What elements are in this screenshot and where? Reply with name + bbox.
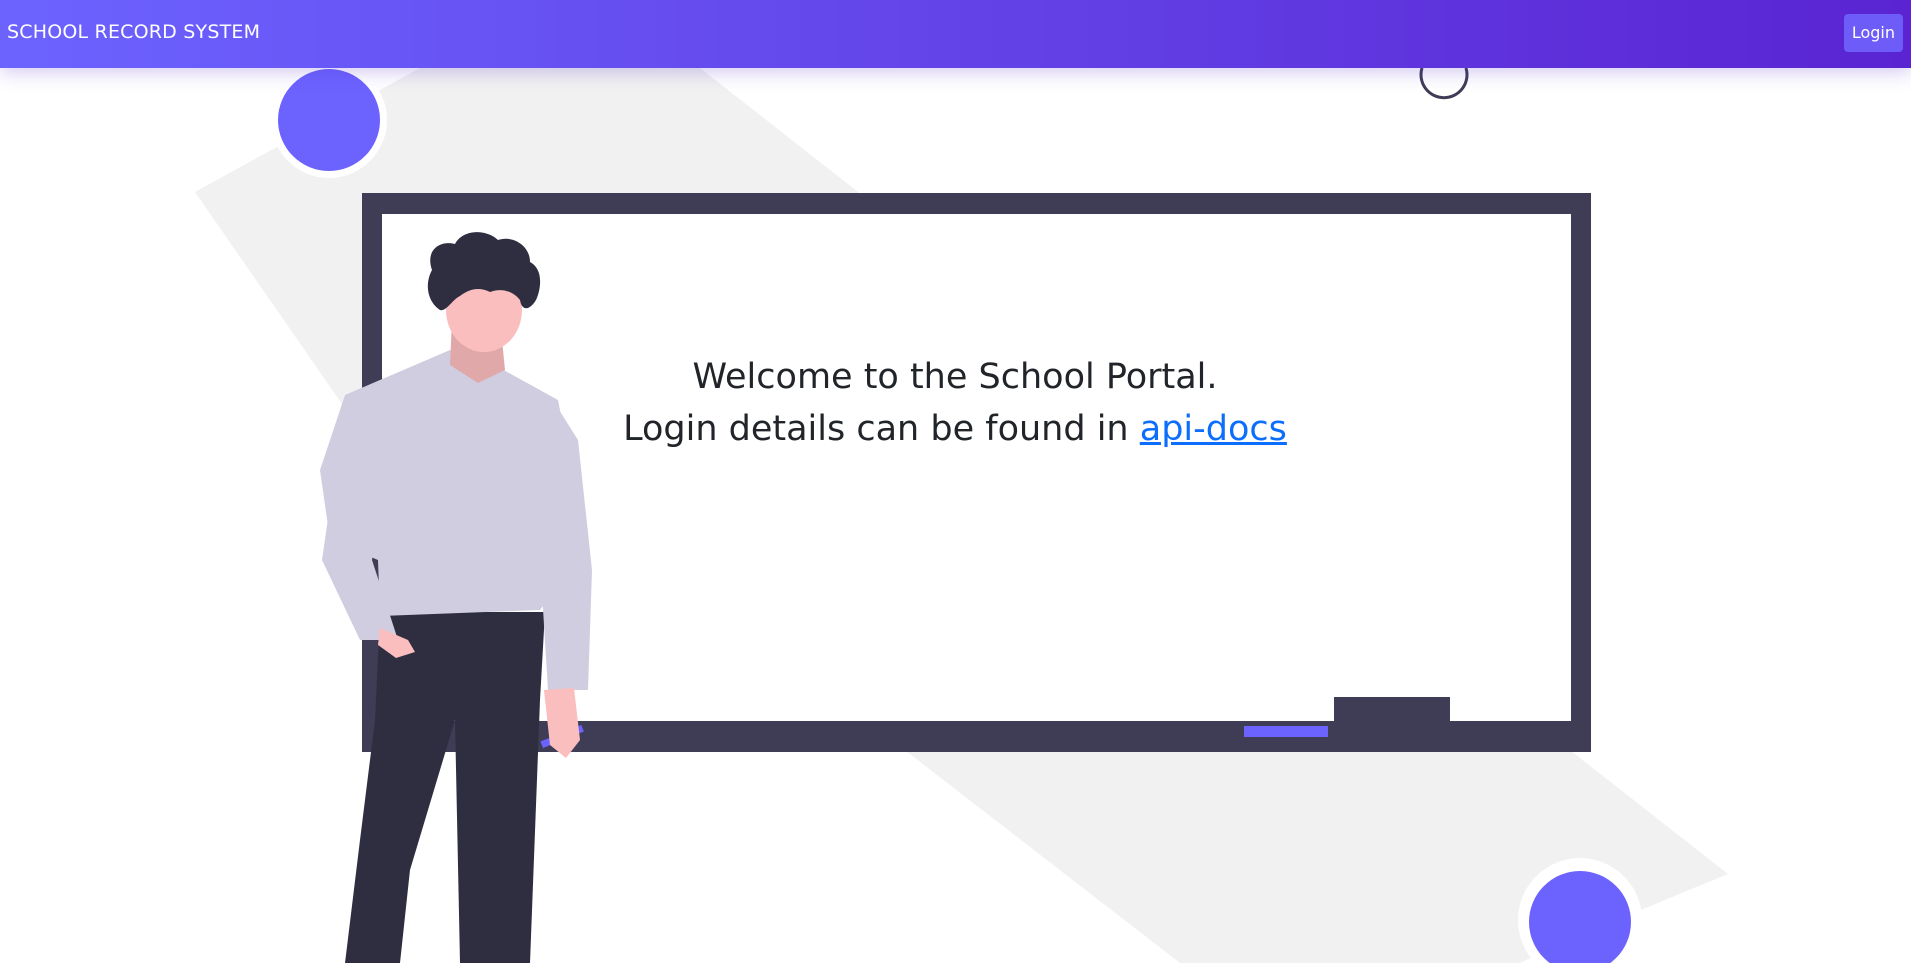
top-navbar: SCHOOL RECORD SYSTEM Login — [0, 0, 1911, 68]
circle-top-left — [278, 69, 380, 171]
board-marker — [1244, 726, 1328, 737]
brand-title[interactable]: SCHOOL RECORD SYSTEM — [7, 20, 260, 44]
welcome-line: Welcome to the School Portal. — [692, 357, 1218, 397]
welcome-message: Welcome to the School Portal. Login deta… — [560, 351, 1350, 455]
login-button[interactable]: Login — [1843, 14, 1903, 52]
teacher-whiteboard-illustration — [195, 68, 1728, 963]
circle-top-small — [1419, 68, 1469, 100]
api-docs-link[interactable]: api-docs — [1140, 409, 1287, 449]
login-details-text: Login details can be found in — [623, 409, 1129, 449]
login-details-line: Login details can be found in api-docs — [560, 403, 1350, 455]
hero-section: Welcome to the School Portal. Login deta… — [0, 68, 1911, 963]
board-eraser — [1334, 697, 1450, 722]
